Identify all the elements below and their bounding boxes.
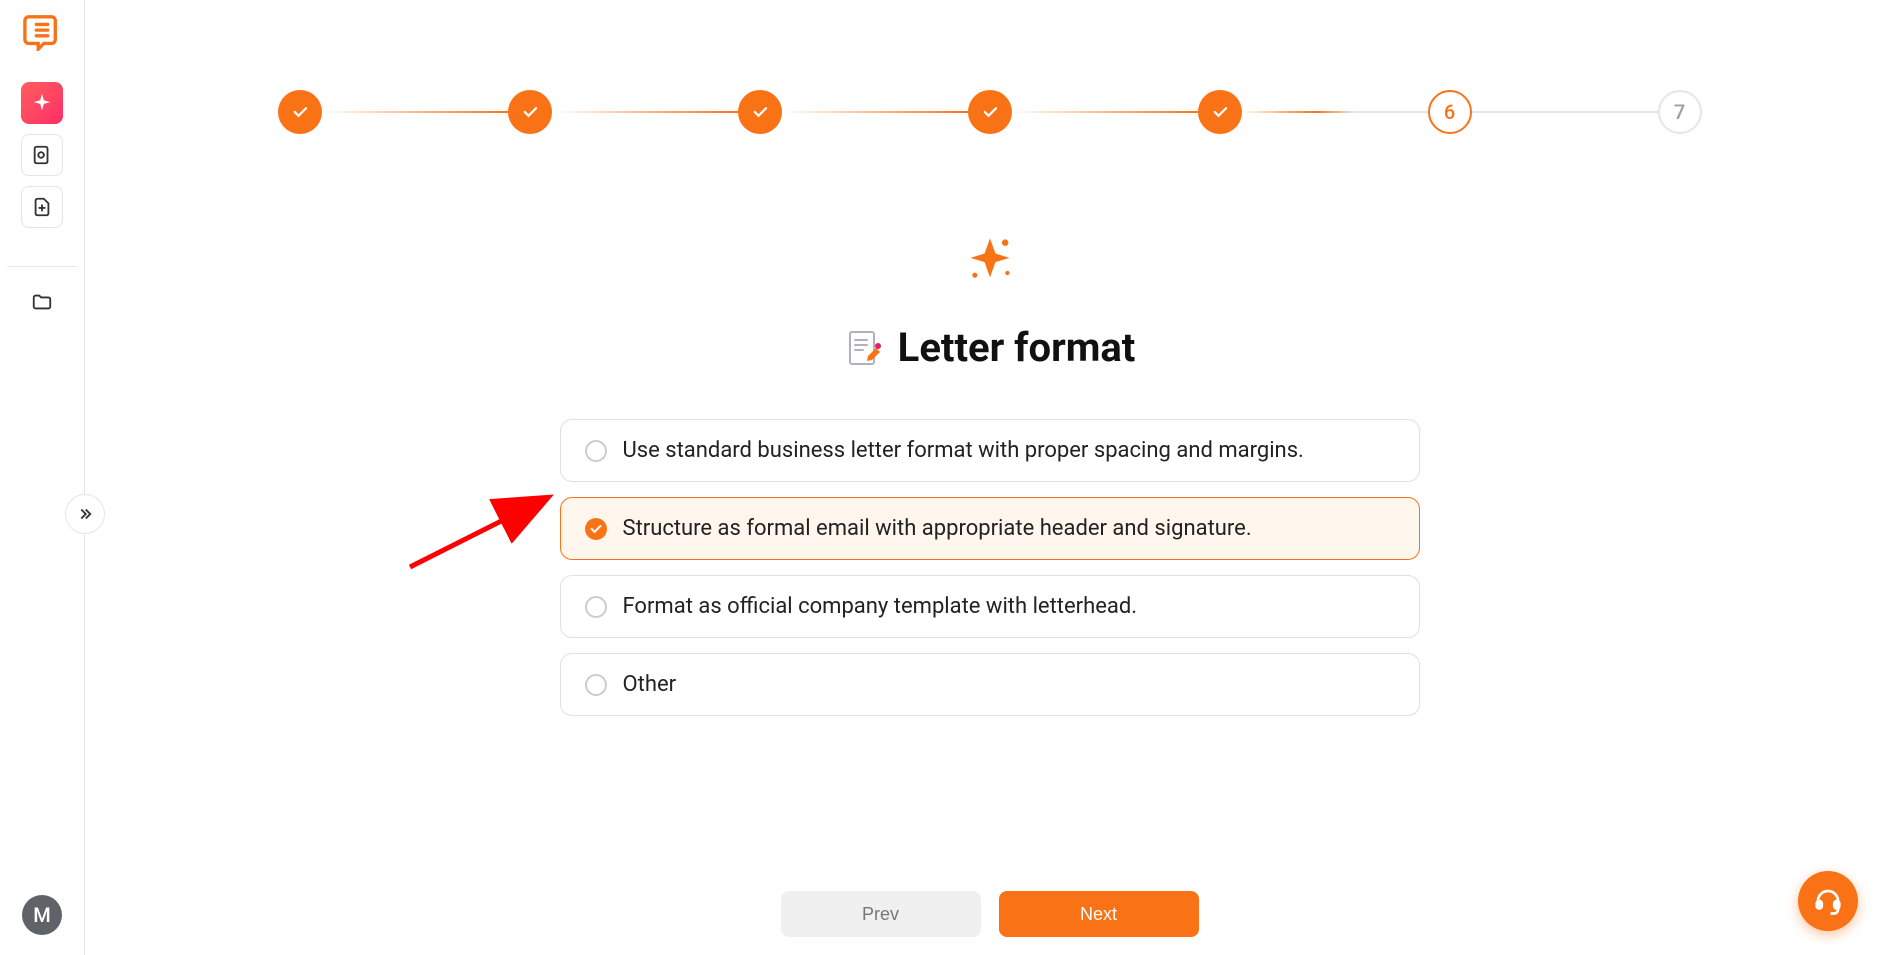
next-button[interactable]: Next — [999, 891, 1199, 937]
step-4[interactable] — [968, 90, 1012, 134]
step-connector — [782, 111, 968, 113]
sidebar-expand-toggle[interactable] — [65, 494, 105, 534]
file-add-icon — [31, 196, 53, 218]
sparkle-icon — [31, 92, 53, 114]
button-label: Prev — [862, 904, 899, 924]
option-label: Other — [623, 672, 677, 697]
chevron-double-right-icon — [76, 505, 94, 523]
check-icon — [521, 103, 539, 121]
option-label: Structure as formal email with appropria… — [623, 516, 1252, 541]
option-label: Use standard business letter format with… — [623, 438, 1304, 463]
radio-icon — [585, 596, 607, 618]
step-connector — [1472, 111, 1658, 113]
progress-stepper: 6 7 — [85, 0, 1894, 134]
nav-item-sparkle[interactable] — [21, 82, 63, 124]
option-label: Format as official company template with… — [623, 594, 1138, 619]
option-standard-business[interactable]: Use standard business letter format with… — [560, 419, 1420, 482]
form-content: Letter format Use standard business lett… — [85, 234, 1894, 716]
main-content: 6 7 Letter format Use standar — [85, 0, 1894, 955]
headset-icon — [1813, 886, 1843, 916]
prev-button[interactable]: Prev — [781, 891, 981, 937]
option-other[interactable]: Other — [560, 653, 1420, 716]
page-title: Letter format — [898, 324, 1136, 371]
nav-item-file[interactable] — [21, 186, 63, 228]
nav-item-settings[interactable] — [21, 134, 63, 176]
help-button[interactable] — [1798, 871, 1858, 931]
folder-icon — [31, 291, 53, 313]
step-7: 7 — [1658, 90, 1702, 134]
step-5[interactable] — [1198, 90, 1242, 134]
check-icon — [981, 103, 999, 121]
app-logo[interactable] — [22, 12, 62, 52]
step-connector — [1242, 111, 1428, 113]
option-formal-email[interactable]: Structure as formal email with appropria… — [560, 497, 1420, 560]
sidebar: M — [0, 0, 85, 955]
radio-icon — [585, 440, 607, 462]
sidebar-separator — [7, 266, 77, 267]
step-connector — [1012, 111, 1198, 113]
page-title-row: Letter format — [844, 324, 1136, 371]
check-icon — [751, 103, 769, 121]
radio-icon — [585, 518, 607, 540]
nav-item-folder[interactable] — [21, 281, 63, 323]
avatar-letter: M — [33, 903, 51, 927]
option-company-template[interactable]: Format as official company template with… — [560, 575, 1420, 638]
user-avatar[interactable]: M — [22, 895, 62, 935]
logo-e-icon — [23, 13, 61, 51]
options-list: Use standard business letter format with… — [560, 419, 1420, 716]
wizard-nav: Prev Next — [781, 891, 1199, 937]
step-number: 6 — [1444, 100, 1455, 124]
step-6[interactable]: 6 — [1428, 90, 1472, 134]
step-connector — [322, 111, 508, 113]
button-label: Next — [1080, 904, 1117, 924]
step-number: 7 — [1674, 100, 1685, 124]
step-connector — [552, 111, 738, 113]
check-icon — [1211, 103, 1229, 121]
step-2[interactable] — [508, 90, 552, 134]
step-3[interactable] — [738, 90, 782, 134]
sparkle-large-icon — [964, 234, 1016, 286]
check-icon — [291, 103, 309, 121]
gear-icon — [31, 144, 53, 166]
document-edit-icon — [844, 328, 884, 368]
step-1[interactable] — [278, 90, 322, 134]
radio-icon — [585, 674, 607, 696]
